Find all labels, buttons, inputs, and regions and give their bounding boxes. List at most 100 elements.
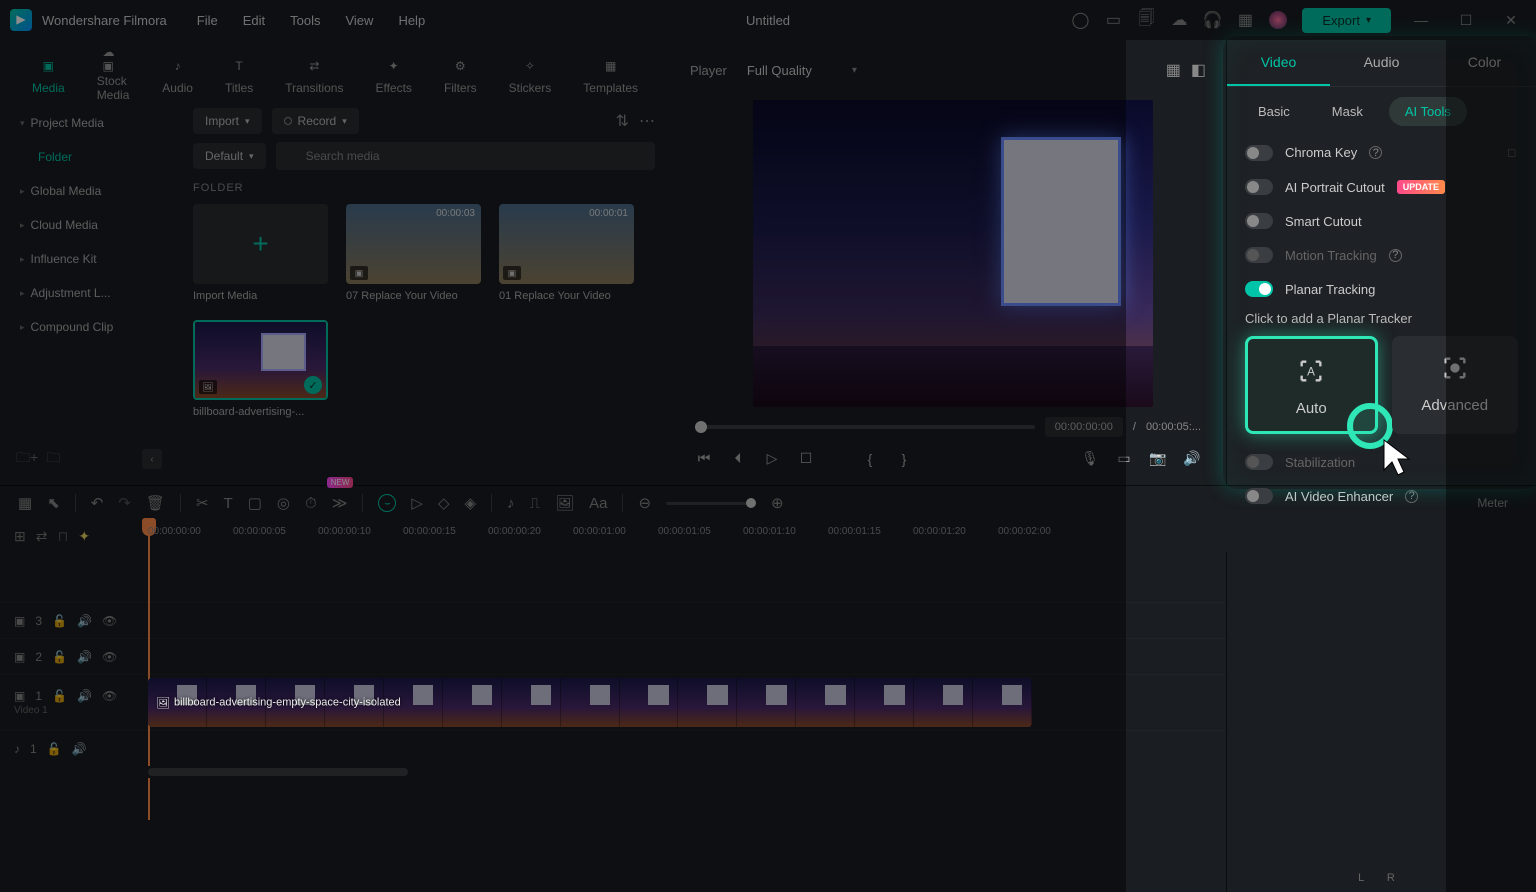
mark-in-icon[interactable]: { xyxy=(861,451,879,467)
audio-mix-icon[interactable]: ⎍ xyxy=(530,495,541,512)
tab-effects[interactable]: ✦Effects xyxy=(363,49,423,101)
tab-filters[interactable]: ⚙Filters xyxy=(432,49,489,101)
track-lane[interactable] xyxy=(148,603,1032,638)
media-tile[interactable]: 00:00:01▣ 01 Replace Your Video xyxy=(499,204,634,302)
rp-subtab-basic[interactable]: Basic xyxy=(1242,97,1306,126)
user-avatar[interactable] xyxy=(1269,11,1287,29)
horizontal-scrollbar[interactable] xyxy=(0,766,1226,778)
tab-stickers[interactable]: ✧Stickers xyxy=(497,49,564,101)
portrait-toggle[interactable] xyxy=(1245,179,1273,195)
sidebar-global-media[interactable]: ▸Global Media xyxy=(8,174,170,208)
video-preview[interactable] xyxy=(753,100,1153,407)
visibility-icon[interactable]: 👁 xyxy=(102,650,117,664)
collapse-sidebar-button[interactable]: ‹ xyxy=(142,449,162,469)
lock-icon[interactable]: 🔓 xyxy=(52,614,67,628)
tab-titles[interactable]: TTitles xyxy=(213,49,265,101)
step-back-icon[interactable]: ⏴ xyxy=(729,450,747,467)
menu-help[interactable]: Help xyxy=(398,13,425,28)
redo-icon[interactable]: ↷ xyxy=(118,494,131,512)
cloud-icon[interactable]: ☁ xyxy=(1170,11,1188,29)
folder-icon[interactable]: 🗀 xyxy=(46,447,60,471)
screen-icon[interactable]: ▭ xyxy=(1104,11,1122,29)
close-button[interactable]: ✕ xyxy=(1496,12,1526,29)
more-tools-icon[interactable]: ≫ xyxy=(332,494,348,512)
mark-out-icon[interactable]: } xyxy=(895,451,913,467)
play-tl-icon[interactable]: ▷ xyxy=(411,494,423,512)
rp-tab-audio[interactable]: Audio xyxy=(1330,40,1433,86)
mute-icon[interactable]: 🔊 xyxy=(77,614,92,628)
image-tl-icon[interactable]: 🖼 xyxy=(555,494,574,512)
tl-pointer-icon[interactable]: ⬉ xyxy=(47,494,60,512)
mute-icon[interactable]: 🔊 xyxy=(77,650,92,664)
new-folder-icon[interactable]: 🗀+ xyxy=(16,447,38,471)
preview-scrubber[interactable] xyxy=(695,425,1035,429)
save-icon[interactable]: 🗐 xyxy=(1137,11,1155,29)
keyframe-icon[interactable]: ◈ xyxy=(465,494,477,512)
add-track-icon[interactable]: ⊞ xyxy=(14,528,26,545)
speed-icon[interactable]: ⏱NEW xyxy=(305,495,317,512)
sidebar-folder[interactable]: Folder xyxy=(8,140,170,174)
timeline-ruler[interactable]: 00:00:00:0000:00:00:0500:00:00:1000:00:0… xyxy=(148,520,1226,552)
delete-icon[interactable]: 🗑 xyxy=(146,494,165,512)
timecode-current[interactable]: 00:00:00:00 xyxy=(1045,417,1123,437)
visibility-icon[interactable]: 👁 xyxy=(102,614,117,628)
sidebar-cloud-media[interactable]: ▸Cloud Media xyxy=(8,208,170,242)
minimize-button[interactable]: — xyxy=(1406,12,1436,28)
chroma-toggle[interactable] xyxy=(1245,145,1273,161)
smile-icon[interactable]: ⌣ xyxy=(378,494,396,512)
info-icon[interactable]: ? xyxy=(1389,249,1402,262)
text-icon[interactable]: T xyxy=(224,495,233,512)
tl-layout-icon[interactable]: ▦ xyxy=(18,494,32,512)
tracker-auto-card[interactable]: A Auto xyxy=(1245,336,1378,434)
tracker-advanced-card[interactable]: Advanced xyxy=(1392,336,1519,434)
tab-transitions[interactable]: ⇄Transitions xyxy=(273,49,355,101)
stop-icon[interactable]: ☐ xyxy=(797,450,815,467)
reset-icon[interactable]: ◇ xyxy=(1503,143,1523,163)
rp-tab-video[interactable]: Video xyxy=(1227,40,1330,86)
tab-audio[interactable]: ♪Audio xyxy=(150,49,205,101)
display-icon[interactable]: ▭ xyxy=(1115,450,1133,467)
tab-templates[interactable]: ▦Templates xyxy=(571,49,650,101)
cut-icon[interactable]: ✂ xyxy=(196,494,209,512)
rp-subtab-aitools[interactable]: AI Tools xyxy=(1389,97,1467,126)
font-icon[interactable]: Aa xyxy=(589,495,607,512)
voiceover-icon[interactable]: 🎙 xyxy=(1081,450,1099,467)
import-media-tile[interactable]: + Import Media xyxy=(193,204,328,302)
grid-view-icon[interactable]: ▦ xyxy=(1166,60,1181,80)
menu-edit[interactable]: Edit xyxy=(243,13,265,28)
sort-dropdown[interactable]: Default▾ xyxy=(193,143,266,169)
planar-toggle[interactable] xyxy=(1245,281,1273,297)
timeline-clip[interactable]: 🖼billboard-advertising-empty-space-city-… xyxy=(148,678,1032,727)
audio-tl-icon[interactable]: ♪ xyxy=(507,495,515,512)
magnet-icon[interactable]: ⊓ xyxy=(57,528,68,545)
marker-icon[interactable]: ◇ xyxy=(438,494,450,512)
tab-stock[interactable]: ☁▣Stock Media xyxy=(85,42,143,108)
menu-file[interactable]: File xyxy=(197,13,218,28)
quality-dropdown[interactable]: Full Quality▾ xyxy=(747,63,857,78)
correction-icon[interactable]: ◎ xyxy=(277,494,290,512)
lock-icon[interactable]: 🔓 xyxy=(52,689,67,703)
rp-tab-color[interactable]: Color xyxy=(1433,40,1536,86)
import-dropdown[interactable]: Import▾ xyxy=(193,108,262,134)
sidebar-compound[interactable]: ▸Compound Clip xyxy=(8,310,170,344)
maximize-button[interactable]: ☐ xyxy=(1451,12,1481,29)
mute-icon[interactable]: 🔊 xyxy=(72,742,87,756)
lock-icon[interactable]: 🔓 xyxy=(47,742,62,756)
crop-icon[interactable]: ▢ xyxy=(248,494,262,512)
menu-tools[interactable]: Tools xyxy=(290,13,320,28)
sidebar-project-media[interactable]: ▾Project Media xyxy=(8,106,170,140)
sidebar-influence-kit[interactable]: ▸Influence Kit xyxy=(8,242,170,276)
star-marker-icon[interactable]: ✦ xyxy=(78,528,90,545)
lock-icon[interactable]: 🔓 xyxy=(52,650,67,664)
snapshot-icon[interactable]: 📷 xyxy=(1149,450,1167,467)
undo-icon[interactable]: ↶ xyxy=(91,494,104,512)
volume-icon[interactable]: 🔊 xyxy=(1183,450,1201,467)
sidebar-adjustment[interactable]: ▸Adjustment L... xyxy=(8,276,170,310)
media-tile[interactable]: 00:00:03▣ 07 Replace Your Video xyxy=(346,204,481,302)
link-icon[interactable]: ⇄ xyxy=(36,528,48,545)
track-lane[interactable] xyxy=(148,639,1032,674)
grid-icon[interactable]: ▦ xyxy=(1236,11,1254,29)
filter-icon[interactable]: ⇅ xyxy=(616,111,629,131)
smart-toggle[interactable] xyxy=(1245,213,1273,229)
circle-icon[interactable]: ◯ xyxy=(1071,11,1089,29)
